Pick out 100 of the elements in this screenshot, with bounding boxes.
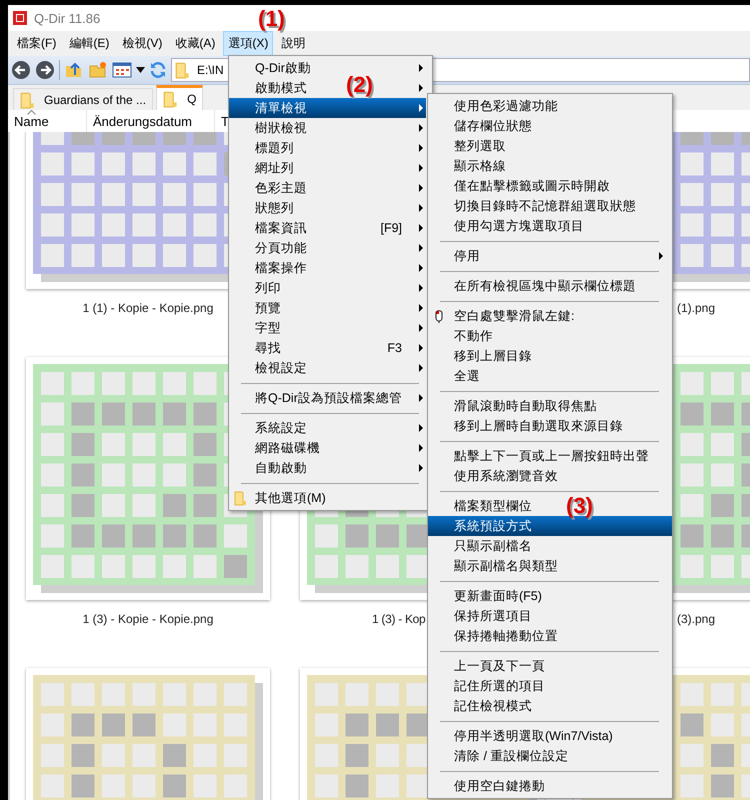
menu-item[interactable]: 檔案操作: [255, 260, 330, 276]
menu-item[interactable]: 全選: [454, 368, 552, 384]
submenu-arrow-icon: [659, 252, 663, 260]
submenu-arrow-icon: [419, 324, 423, 332]
menu-item[interactable]: 顯示格線: [454, 158, 552, 174]
back-icon[interactable]: [11, 60, 31, 80]
folder-icon: [233, 490, 249, 506]
submenu-arrow-icon: [419, 224, 423, 232]
submenu-arrow-icon: [419, 64, 423, 72]
submenu-arrow-icon: [419, 84, 423, 92]
menu-bar-item[interactable]: 檔案(F): [12, 31, 62, 56]
file-name[interactable]: 1 (3) - Kopie - Kopie.png: [82, 612, 214, 626]
menu-item[interactable]: 使用色彩過濾功能: [454, 98, 558, 114]
menu-item[interactable]: 空白處雙擊滑鼠左鍵:: [454, 308, 574, 324]
menu-item[interactable]: 整列選取: [454, 138, 552, 154]
window-title: Q-Dir 11.86: [34, 10, 100, 26]
menu-item[interactable]: 其他選項(M): [255, 490, 330, 506]
view-icon[interactable]: [112, 61, 132, 79]
folder-up-icon[interactable]: [64, 60, 84, 80]
menu-item[interactable]: 清單檢視: [229, 98, 426, 118]
menu-item[interactable]: 點擊上下一頁或上一層按鈕時出聲: [454, 448, 649, 464]
menu-bar-item[interactable]: 選項(X): [223, 31, 274, 56]
menu-item[interactable]: 使用勾選方塊選取項目: [454, 218, 584, 234]
menu-item[interactable]: 僅在點擊標籤或圖示時開啟: [454, 178, 610, 194]
menu-item[interactable]: 樹狀檢視: [255, 120, 330, 136]
menu-item[interactable]: 標題列: [255, 140, 330, 156]
submenu-arrow-icon: [419, 304, 423, 312]
tab[interactable]: Guardians of the ...: [13, 88, 154, 110]
submenu-arrow-icon: [419, 394, 423, 402]
submenu-arrow-icon: [419, 284, 423, 292]
menu-item[interactable]: 保持所選項目: [454, 608, 552, 624]
submenu-arrow-icon: [419, 264, 423, 272]
menu-item[interactable]: 系統設定: [255, 420, 330, 436]
menu-item[interactable]: 網址列: [255, 160, 330, 176]
submenu-arrow-icon: [419, 104, 423, 112]
menu-bar-item[interactable]: 說明: [276, 31, 310, 56]
menu-item[interactable]: 列印: [255, 280, 330, 296]
submenu-arrow-icon: [419, 124, 423, 132]
menu-item[interactable]: 切換目錄時不記憶群組選取狀態: [454, 198, 636, 214]
menu-item[interactable]: 記住檢視模式: [454, 698, 552, 714]
submenu-arrow-icon: [419, 344, 423, 352]
column-header[interactable]: Name: [14, 114, 49, 128]
menu-item[interactable]: 上一頁及下一頁: [454, 658, 552, 674]
menu-item[interactable]: 啟動模式: [255, 80, 330, 96]
menu-item[interactable]: 更新畫面時(F5): [454, 588, 552, 604]
app-icon: [12, 10, 28, 26]
menu-item[interactable]: 網路磁碟機: [255, 440, 330, 456]
menu-item[interactable]: 在所有檢視區塊中顯示欄位標題: [454, 278, 636, 294]
menu-item[interactable]: 將Q-Dir設為預設檔案總管: [255, 390, 402, 406]
menu-item[interactable]: 檔案資訊: [255, 220, 318, 236]
menu-item[interactable]: 色彩主題: [255, 180, 330, 196]
menu-item[interactable]: 顯示副檔名與類型: [454, 558, 558, 574]
submenu-arrow-icon: [419, 164, 423, 172]
file-name[interactable]: 1 (1) - Kopie - Kopie.png: [82, 301, 214, 315]
menu-item[interactable]: 尋找: [255, 340, 322, 356]
menu-item[interactable]: 移到上層目錄: [454, 348, 552, 364]
caret-icon[interactable]: [136, 67, 145, 73]
step-annotation: (3): [566, 493, 593, 519]
menu-item[interactable]: 檢視設定: [255, 360, 330, 376]
shortcut-text: F3: [387, 341, 402, 355]
sort-ascending-icon: [27, 110, 36, 114]
menu-item[interactable]: 使用空白鍵捲動: [454, 778, 552, 794]
menu-item[interactable]: 移到上層時自動選取來源目錄: [454, 418, 623, 434]
submenu-arrow-icon: [419, 444, 423, 452]
menu-item[interactable]: 自動啟動: [255, 460, 330, 476]
menu-item[interactable]: 只顯示副檔名: [454, 538, 552, 554]
menu-item[interactable]: 使用系統瀏覽音效: [454, 468, 558, 484]
file-name[interactable]: (1).png: [677, 301, 716, 315]
tab[interactable]: Q: [156, 85, 204, 110]
column-header[interactable]: Änderungsdatum: [93, 114, 192, 128]
menu-item[interactable]: 狀態列: [255, 200, 330, 216]
file-name[interactable]: 1 (3) - Kop: [372, 612, 426, 626]
menu-item[interactable]: 字型: [255, 320, 330, 336]
menu-item[interactable]: Q-Dir啟動: [255, 60, 330, 76]
submenu-arrow-icon: [419, 184, 423, 192]
menu-item[interactable]: 滑鼠滾動時自動取得焦點: [454, 398, 597, 414]
file-name[interactable]: (3).png: [677, 612, 716, 626]
forward-icon[interactable]: [35, 60, 55, 80]
submenu-arrow-icon: [419, 364, 423, 372]
menu-item[interactable]: 檔案類型欄位: [454, 498, 552, 514]
menu-bar-item[interactable]: 收藏(A): [170, 31, 220, 56]
submenu-arrow-icon: [419, 464, 423, 472]
menu-item[interactable]: 保持捲軸捲動位置: [454, 628, 558, 644]
menu-bar-item[interactable]: 編輯(E): [64, 31, 114, 56]
menu-item[interactable]: 記住所選的項目: [454, 678, 552, 694]
menu-item[interactable]: 清除 / 重設欄位設定: [454, 748, 568, 764]
submenu-arrow-icon: [419, 204, 423, 212]
menu-bar-item[interactable]: 檢視(V): [117, 31, 168, 56]
menu-item[interactable]: 停用半透明選取(Win7/Vista): [454, 728, 613, 744]
menu-item[interactable]: 儲存欄位狀態: [454, 118, 552, 134]
menu-item[interactable]: 分頁功能: [255, 240, 330, 256]
shortcut-text: [F9]: [380, 221, 402, 235]
submenu-arrow-icon: [419, 424, 423, 432]
menu-item[interactable]: 不動作: [454, 328, 552, 344]
submenu-arrow-icon: [419, 144, 423, 152]
column-header[interactable]: T: [221, 114, 229, 128]
menu-item[interactable]: 停用: [454, 248, 552, 264]
submenu-arrow-icon: [419, 244, 423, 252]
menu-item[interactable]: 預覽: [255, 300, 330, 316]
step-annotation: (1): [258, 6, 285, 32]
